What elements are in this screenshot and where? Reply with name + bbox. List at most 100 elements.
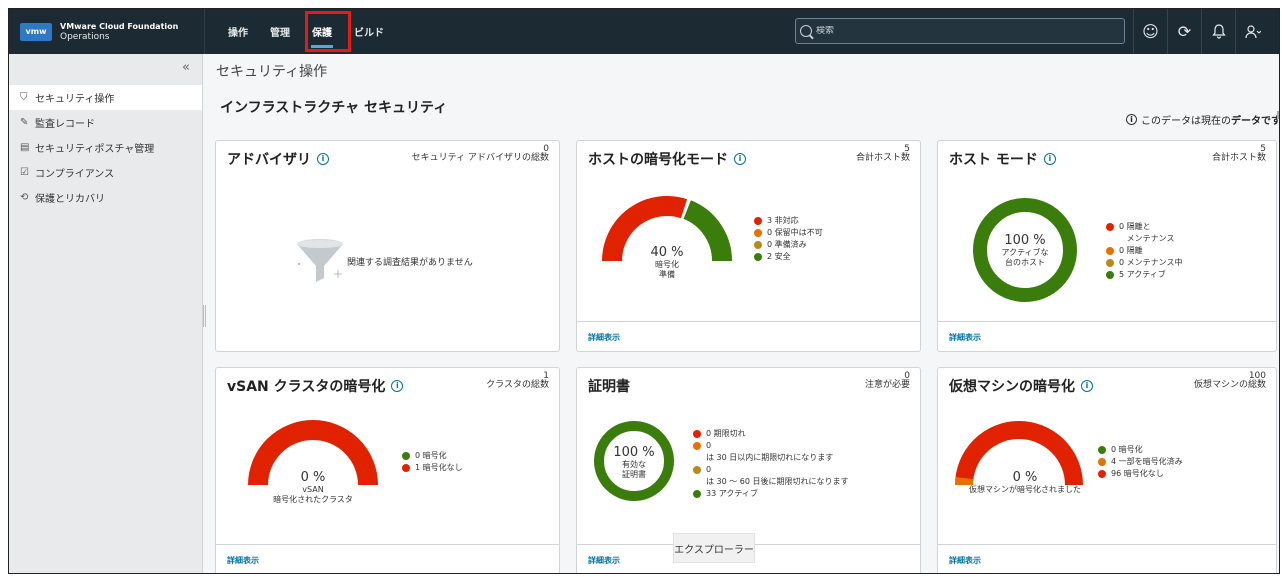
info-icon[interactable]: i [734, 153, 746, 165]
page-title: セキュリティ操作 [216, 64, 328, 80]
section-title: インフラストラクチャ セキュリティ [220, 100, 448, 116]
brand[interactable]: vmw VMware Cloud Foundation Operations [9, 9, 205, 54]
legend-value: 3 [767, 216, 773, 225]
legend-item[interactable]: 0 期限切れ [693, 428, 849, 440]
sidebar-item-posture-management[interactable]: ▤ セキュリティポスチャ管理 [9, 135, 202, 160]
legend-value: 96 [1111, 469, 1122, 478]
top-icons: ☺ ⟳ [1133, 9, 1269, 54]
document-icon: ▤ [20, 142, 30, 153]
legend-value: 0 [415, 451, 421, 460]
card-count: 5 合計ホスト数 [1212, 144, 1266, 164]
legend-label: 非対応 [774, 216, 799, 225]
legend-value: 4 [1111, 457, 1117, 466]
checklist-icon: ☑ [20, 167, 29, 178]
legend-item[interactable]: 33 アクティブ [693, 488, 849, 500]
legend-value: 0 [706, 429, 712, 438]
bell-icon[interactable] [1201, 9, 1235, 54]
legend-item[interactable]: 2 安全 [754, 251, 823, 263]
status-dot [754, 253, 762, 261]
details-link[interactable]: 詳細表示 [949, 555, 981, 566]
brand-text: VMware Cloud Foundation Operations [60, 21, 178, 43]
host-mode-card: ホスト モード i 5 合計ホスト数 100 % アクティブな 台のホスト 0 隔… [937, 140, 1277, 352]
sidebar-item-audit-records[interactable]: ✎ 監査レコード [9, 110, 202, 135]
status-dot [693, 442, 701, 450]
card-footer: 詳細表示 [216, 544, 559, 573]
count-label: クラスタの総数 [486, 380, 549, 390]
legend-item[interactable]: 4 一部を暗号化済み [1098, 456, 1183, 468]
legend-item[interactable]: 5 アクティブ [1106, 269, 1182, 281]
gauge-center: 0 % vSAN 暗号化されたクラスタ [258, 470, 368, 505]
search-icon [800, 25, 812, 37]
legend-item[interactable]: 0 暗号化 [1098, 444, 1183, 456]
info-icon[interactable]: i [391, 380, 404, 392]
collapse-sidebar-icon[interactable]: « [182, 60, 190, 75]
legend-item[interactable]: 0 は 30 ～ 60 日後に期限切れになります [693, 464, 849, 488]
card-title-text: アドバイザリ [227, 152, 311, 168]
sidebar-item-compliance[interactable]: ☑ コンプライアンス [9, 160, 202, 185]
user-icon[interactable] [1235, 9, 1269, 54]
card-title-text: vSAN クラスタの暗号化 [227, 379, 386, 395]
legend-label: メンテナンス中 [1126, 258, 1183, 267]
details-link[interactable]: 詳細表示 [227, 555, 259, 566]
top-bar: vmw VMware Cloud Foundation Operations 操… [9, 9, 1279, 54]
scrollbar[interactable] [1277, 111, 1279, 119]
legend-item[interactable]: 0 準備済み [754, 239, 823, 251]
legend-item[interactable]: 0 保留中は不可 [754, 227, 823, 239]
legend-item[interactable]: 3 非対応 [754, 215, 823, 227]
status-dot [1106, 271, 1114, 279]
host-encryption-card: ホストの暗号化モード i 5 合計ホスト数 40 % 暗号化 準備 3 非対応 0… [576, 140, 921, 352]
gauge-center: 0 % 仮想マシンが暗号化されました [960, 470, 1090, 495]
legend-item[interactable]: 0 隔離 [1106, 245, 1182, 257]
search-box[interactable] [795, 18, 1125, 44]
count-value: 1 [543, 371, 549, 381]
legend-value: 0 [706, 465, 712, 474]
legend-label: は 30 日以内に期限切れになります [706, 453, 834, 462]
nav-operations[interactable]: 操作 [217, 9, 259, 54]
advisories-card: アドバイザリ i 0 セキュリティ アドバイザリの総数 関連する調査結果がありませ… [215, 140, 560, 352]
legend-value: 0 [1119, 258, 1125, 267]
card-title-text: 仮想マシンの暗号化 [949, 379, 1075, 395]
legend-item[interactable]: 96 暗号化なし [1098, 468, 1183, 480]
gauge-label: 暗号化 [655, 260, 679, 269]
card-count: 0 セキュリティ アドバイザリの総数 [412, 144, 549, 164]
legend: 0 期限切れ 0 は 30 日以内に期限切れになります 0 は 30 ～ 60 … [693, 428, 849, 500]
legend-item[interactable]: 1 暗号化なし [402, 462, 463, 474]
details-link[interactable]: 詳細表示 [588, 332, 620, 343]
legend-item[interactable]: 0 暗号化 [402, 450, 463, 462]
smiley-icon[interactable]: ☺ [1133, 9, 1167, 54]
status-dot [402, 452, 410, 460]
donut-label: 台のホスト [1005, 258, 1045, 267]
status-dot [1106, 223, 1114, 231]
sidebar-item-protection-recovery[interactable]: ⟲ 保護とリカバリ [9, 185, 202, 210]
legend-label: 準備済み [774, 240, 807, 249]
status-dot [693, 490, 701, 498]
vmw-logo: vmw [20, 22, 52, 41]
status-dot [754, 229, 762, 237]
legend-label: 保留中は不可 [774, 228, 823, 237]
legend-item[interactable]: 0 隔離と メンテナンス [1106, 221, 1182, 245]
sidebar-item-label: 保護とリカバリ [35, 194, 105, 205]
legend-value: 0 [1119, 222, 1125, 231]
legend-label: 暗号化なし [1123, 469, 1164, 478]
count-value: 5 [904, 144, 910, 154]
details-link[interactable]: 詳細表示 [949, 332, 981, 343]
legend-item[interactable]: 0 メンテナンス中 [1106, 257, 1182, 269]
nav-administration[interactable]: 管理 [259, 9, 301, 54]
recovery-icon: ⟲ [20, 192, 29, 203]
info-icon[interactable]: i [317, 153, 329, 165]
legend-value: 33 [706, 489, 717, 498]
legend-item[interactable]: 0 は 30 日以内に期限切れになります [693, 440, 849, 464]
info-icon[interactable]: i [1043, 153, 1056, 165]
refresh-icon[interactable]: ⟳ [1167, 9, 1201, 54]
info-icon[interactable]: i [1126, 114, 1137, 125]
card-count: 100 仮想マシンの総数 [1194, 371, 1266, 391]
sidebar-item-security-operations[interactable]: ⛉ セキュリティ操作 [9, 85, 202, 110]
card-title: vSAN クラスタの暗号化 i [227, 376, 404, 396]
info-icon[interactable]: i [1081, 380, 1093, 392]
gauge-percent: 40 % [650, 245, 684, 260]
legend-value: 1 [415, 463, 421, 472]
search-input[interactable] [816, 26, 1116, 36]
legend: 0 暗号化 1 暗号化なし [402, 450, 463, 474]
status-dot [1098, 470, 1106, 478]
details-link[interactable]: 詳細表示 [588, 555, 620, 566]
